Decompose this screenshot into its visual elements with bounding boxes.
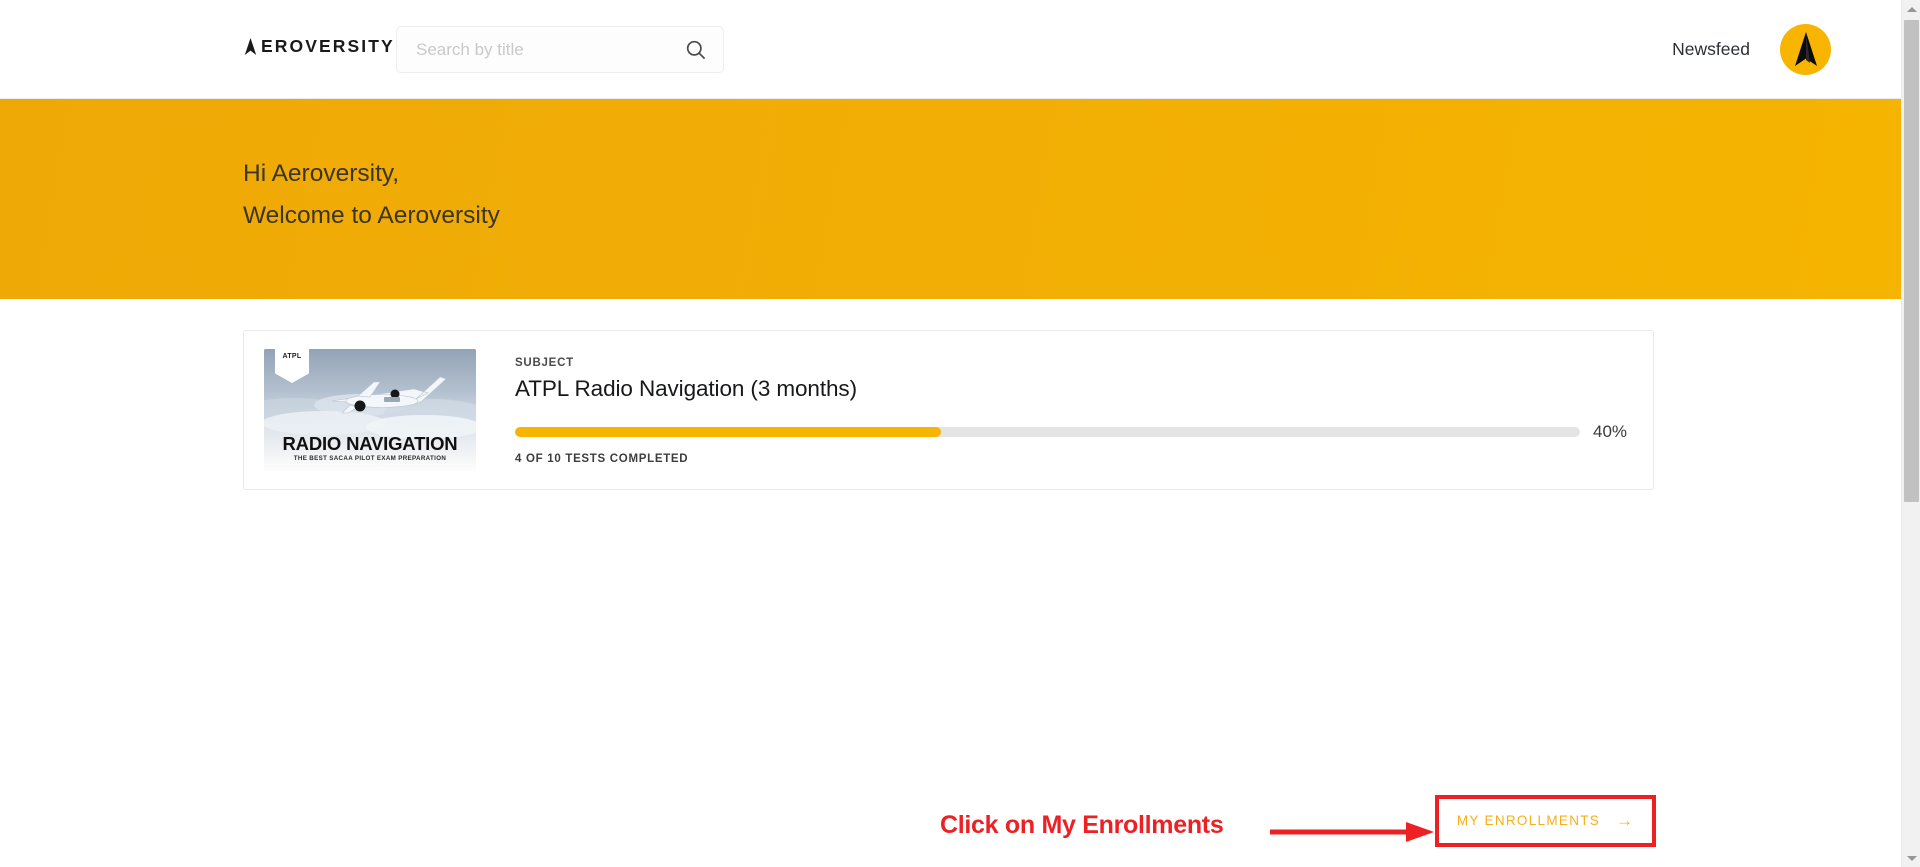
search-box[interactable] [396,26,724,73]
tests-completed-label: 4 OF 10 TESTS COMPLETED [515,453,689,465]
aircraft-arrow-avatar-icon [1794,31,1817,66]
course-card-body: SUBJECT ATPL Radio Navigation (3 months)… [515,355,1633,465]
course-progress-row: 40% [515,422,1633,442]
progress-bar-track [515,427,1580,437]
my-enrollments-button[interactable]: MY ENROLLMENTS → [1437,797,1653,844]
chevron-down-icon [1906,855,1917,861]
progress-bar-fill [515,427,941,437]
main-content: ATPL RADIO NAVIGATION THE BEST SACAA PIL… [0,299,1901,867]
my-enrollments-wrap: MY ENROLLMENTS → [1437,797,1653,844]
brand-logo-text: EROVERSITY [261,36,395,56]
annotation-arrow-icon [1270,822,1434,842]
thumbnail-subtitle: THE BEST SACAA PILOT EXAM PREPARATION [293,455,447,462]
thumbnail-title: RADIO NAVIGATION [282,432,458,454]
brand-logo[interactable]: EROVERSITY [243,36,395,56]
search-input[interactable] [397,39,669,60]
avatar[interactable] [1780,24,1831,75]
course-badge-label: ATPL [282,353,302,360]
newsfeed-link[interactable]: Newsfeed [1672,39,1750,60]
hero-banner: Hi Aeroversity, Welcome to Aeroversity [0,99,1901,299]
course-thumbnail: ATPL RADIO NAVIGATION THE BEST SACAA PIL… [264,349,476,471]
hero-greeting: Hi Aeroversity, [243,160,400,187]
search-icon [686,40,706,59]
scroll-down-button[interactable] [1902,849,1920,867]
course-title: ATPL Radio Navigation (3 months) [515,376,857,401]
page-scrollbar[interactable] [1901,0,1920,867]
site-header: EROVERSITY Newsfeed [0,0,1901,99]
scrollbar-thumb[interactable] [1904,20,1919,502]
enrolled-course-card[interactable]: ATPL RADIO NAVIGATION THE BEST SACAA PIL… [243,330,1654,490]
course-kicker: SUBJECT [515,357,574,369]
hero-text-block: Hi Aeroversity, Welcome to Aeroversity [243,153,500,237]
progress-percent-label: 40% [1593,422,1628,441]
header-actions: Newsfeed [1672,24,1831,75]
search-submit-button[interactable] [669,27,723,72]
aeroversity-arrow-logo-icon [244,38,257,56]
page-root: EROVERSITY Newsfeed Hi Aerovers [0,0,1920,867]
hero-welcome: Welcome to Aeroversity [243,202,500,229]
my-enrollments-label: MY ENROLLMENTS [1456,813,1601,828]
scroll-up-button[interactable] [1902,0,1920,18]
chevron-up-icon [1906,6,1917,12]
annotation-text: Click on My Enrollments [940,811,1224,839]
arrow-right-icon: → [1616,811,1634,830]
